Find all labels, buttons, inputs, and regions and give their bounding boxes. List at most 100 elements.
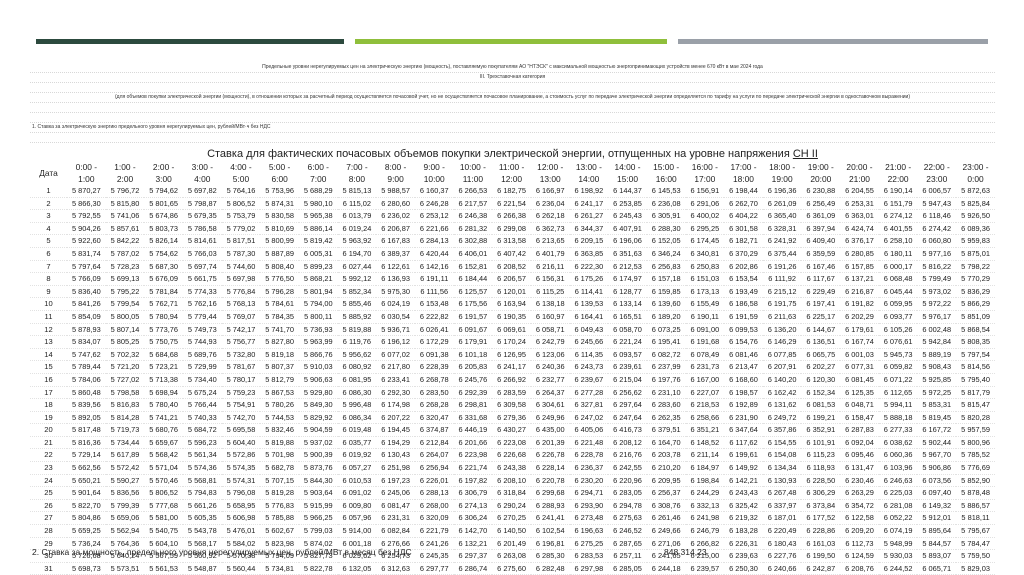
price-cell: 5 723,21: [144, 360, 183, 374]
day-cell: 14: [30, 348, 67, 362]
price-cell: 6 197,76: [646, 373, 686, 387]
price-cell: 6 189,20: [646, 310, 686, 324]
price-cell: 6 156,31: [530, 272, 570, 286]
table-row: 75 797,64 5 728,23 5 687,30 5 697,74 5 744,6…: [30, 260, 995, 274]
price-cell: 6 401,55: [878, 222, 918, 236]
price-cell: 5 795,67: [956, 524, 995, 538]
price-cell: 6 142,21: [724, 474, 763, 488]
table-row: 23 5 662,56 5 572,42 5 571,04 5 574,36 5 574,…: [30, 461, 995, 475]
price-cell: 6 077,02: [376, 348, 415, 362]
price-cell: 5 886,14: [298, 222, 338, 236]
price-cell: 5 818,11: [956, 511, 995, 526]
price-cell: 6 118,46: [917, 209, 957, 223]
price-cell: 6 158,47: [840, 411, 879, 425]
price-cell: 6 078,49: [685, 348, 725, 362]
price-cell: 5 776,84: [221, 285, 261, 299]
price-cell: 5 904,59: [298, 423, 338, 437]
hour-to-header: 19:00: [771, 174, 793, 184]
day-cell: 13: [30, 335, 67, 349]
price-cell: 6 308,76: [646, 499, 686, 513]
price-cell: 5 868,54: [956, 323, 995, 337]
price-cell: 6 279,36: [492, 411, 531, 425]
price-cell: 6 220,78: [530, 474, 570, 488]
price-cell: 6 019,92: [337, 448, 377, 463]
price-cell: 5 749,73: [182, 323, 222, 337]
hour-from-header: 0:00 -: [75, 162, 98, 172]
price-cell: 5 980,10: [298, 197, 338, 211]
price-cell: 6 052,22: [878, 511, 918, 526]
price-cell: 5 889,19: [917, 348, 957, 362]
price-cell: 6 216,87: [840, 285, 879, 299]
price-cell: 6 065,75: [801, 348, 841, 362]
price-cell: 6 374,87: [414, 423, 454, 437]
price-cell: 6 221,54: [492, 197, 531, 211]
price-cell: 6 217,80: [376, 360, 415, 374]
price-cell: 5 795,22: [105, 285, 145, 299]
price-cell: 6 195,41: [646, 335, 686, 349]
price-cell: 5 827,80: [260, 335, 299, 349]
price-cell: 6 204,55: [840, 185, 879, 198]
price-cell: 6 164,70: [646, 436, 686, 450]
price-cell: 5 684,72: [182, 423, 222, 437]
price-cell: 6 151,79: [878, 197, 918, 211]
price-cell: 6 091,67: [453, 323, 493, 337]
price-cell: 5 910,03: [298, 360, 338, 374]
hour-to-header: 17:00: [694, 174, 716, 184]
price-cell: 6 191,82: [840, 297, 879, 311]
price-cell: 6 191,68: [685, 335, 725, 349]
price-cell: 6 313,58: [492, 234, 531, 248]
price-cell: 6 117,62: [724, 436, 763, 450]
price-cell: 6 274,12: [878, 209, 918, 223]
price-cell: 6 213,47: [724, 360, 763, 374]
price-cell: 5 799,39: [105, 499, 145, 513]
table-row: 15 5 789,44 5 721,20 5 723,21 5 729,99 5 781,…: [30, 360, 995, 374]
hour-from-header: 17:00 -: [730, 162, 757, 172]
price-cell: 5 562,94: [105, 524, 145, 538]
price-cell: 6 274,13: [453, 499, 493, 513]
price-cell: 5 741,70: [260, 323, 299, 337]
price-cell: 6 280,60: [376, 197, 415, 211]
price-cell: 5 727,02: [105, 373, 145, 387]
price-cell: 5 817,79: [956, 386, 995, 400]
price-cell: 6 026,41: [414, 323, 454, 337]
price-cell: 6 228,78: [569, 448, 609, 463]
price-cell: 5 878,48: [956, 486, 995, 500]
price-cell: 5 736,93: [298, 323, 338, 337]
price-cell: 6 182,71: [724, 234, 763, 248]
price-cell: 6 226,78: [530, 448, 570, 463]
price-cell: 5 874,31: [260, 197, 299, 211]
price-cell: 6 361,09: [801, 209, 841, 223]
price-cell: 6 191,59: [724, 310, 763, 324]
hour-to-header: 5:00: [232, 174, 250, 184]
price-cell: 5 682,78: [260, 461, 299, 475]
hour-from-header: 21:00 -: [885, 162, 912, 172]
price-cell: 6 187,01: [762, 511, 802, 526]
price-cell: 5 817,48: [67, 423, 106, 437]
price-cell: 5 687,30: [144, 260, 183, 274]
table-row: 14 5 747,62 5 702,32 5 684,68 5 689,76 5 732,…: [30, 348, 995, 362]
price-cell: 6 221,24: [608, 335, 647, 349]
price-cell: 6 231,10: [646, 386, 686, 400]
price-cell: 5 936,71: [376, 323, 415, 337]
price-cell: 6 221,66: [414, 222, 454, 236]
price-cell: 5 820,28: [956, 411, 995, 425]
price-cell: 6 267,48: [762, 486, 802, 500]
hour-from-header: 20:00 -: [846, 162, 873, 172]
price-cell: 5 789,44: [67, 360, 106, 374]
price-cell: 6 196,06: [608, 234, 647, 248]
price-cell: 5 780,17: [221, 373, 261, 387]
price-cell: 6 258,66: [685, 411, 725, 425]
price-cell: 5 776,50: [260, 272, 299, 286]
price-cell: 6 250,83: [685, 260, 725, 274]
price-cell: 5 787,30: [221, 247, 261, 261]
accent-bar-gray: [678, 39, 988, 44]
price-cell: 6 284,13: [414, 234, 454, 248]
price-cell: 6 282,48: [530, 562, 570, 575]
table-row: 22 5 729,14 5 617,89 5 568,42 5 561,34 5 572,…: [30, 448, 995, 463]
price-cell: 6 295,25: [685, 222, 725, 236]
price-cell: 6 331,68: [453, 411, 493, 425]
voltage-level: СН II: [792, 148, 818, 160]
price-cell: 6 266,38: [492, 209, 531, 223]
price-cell: 6 139,53: [569, 297, 609, 311]
price-cell: 5 866,29: [956, 297, 995, 311]
